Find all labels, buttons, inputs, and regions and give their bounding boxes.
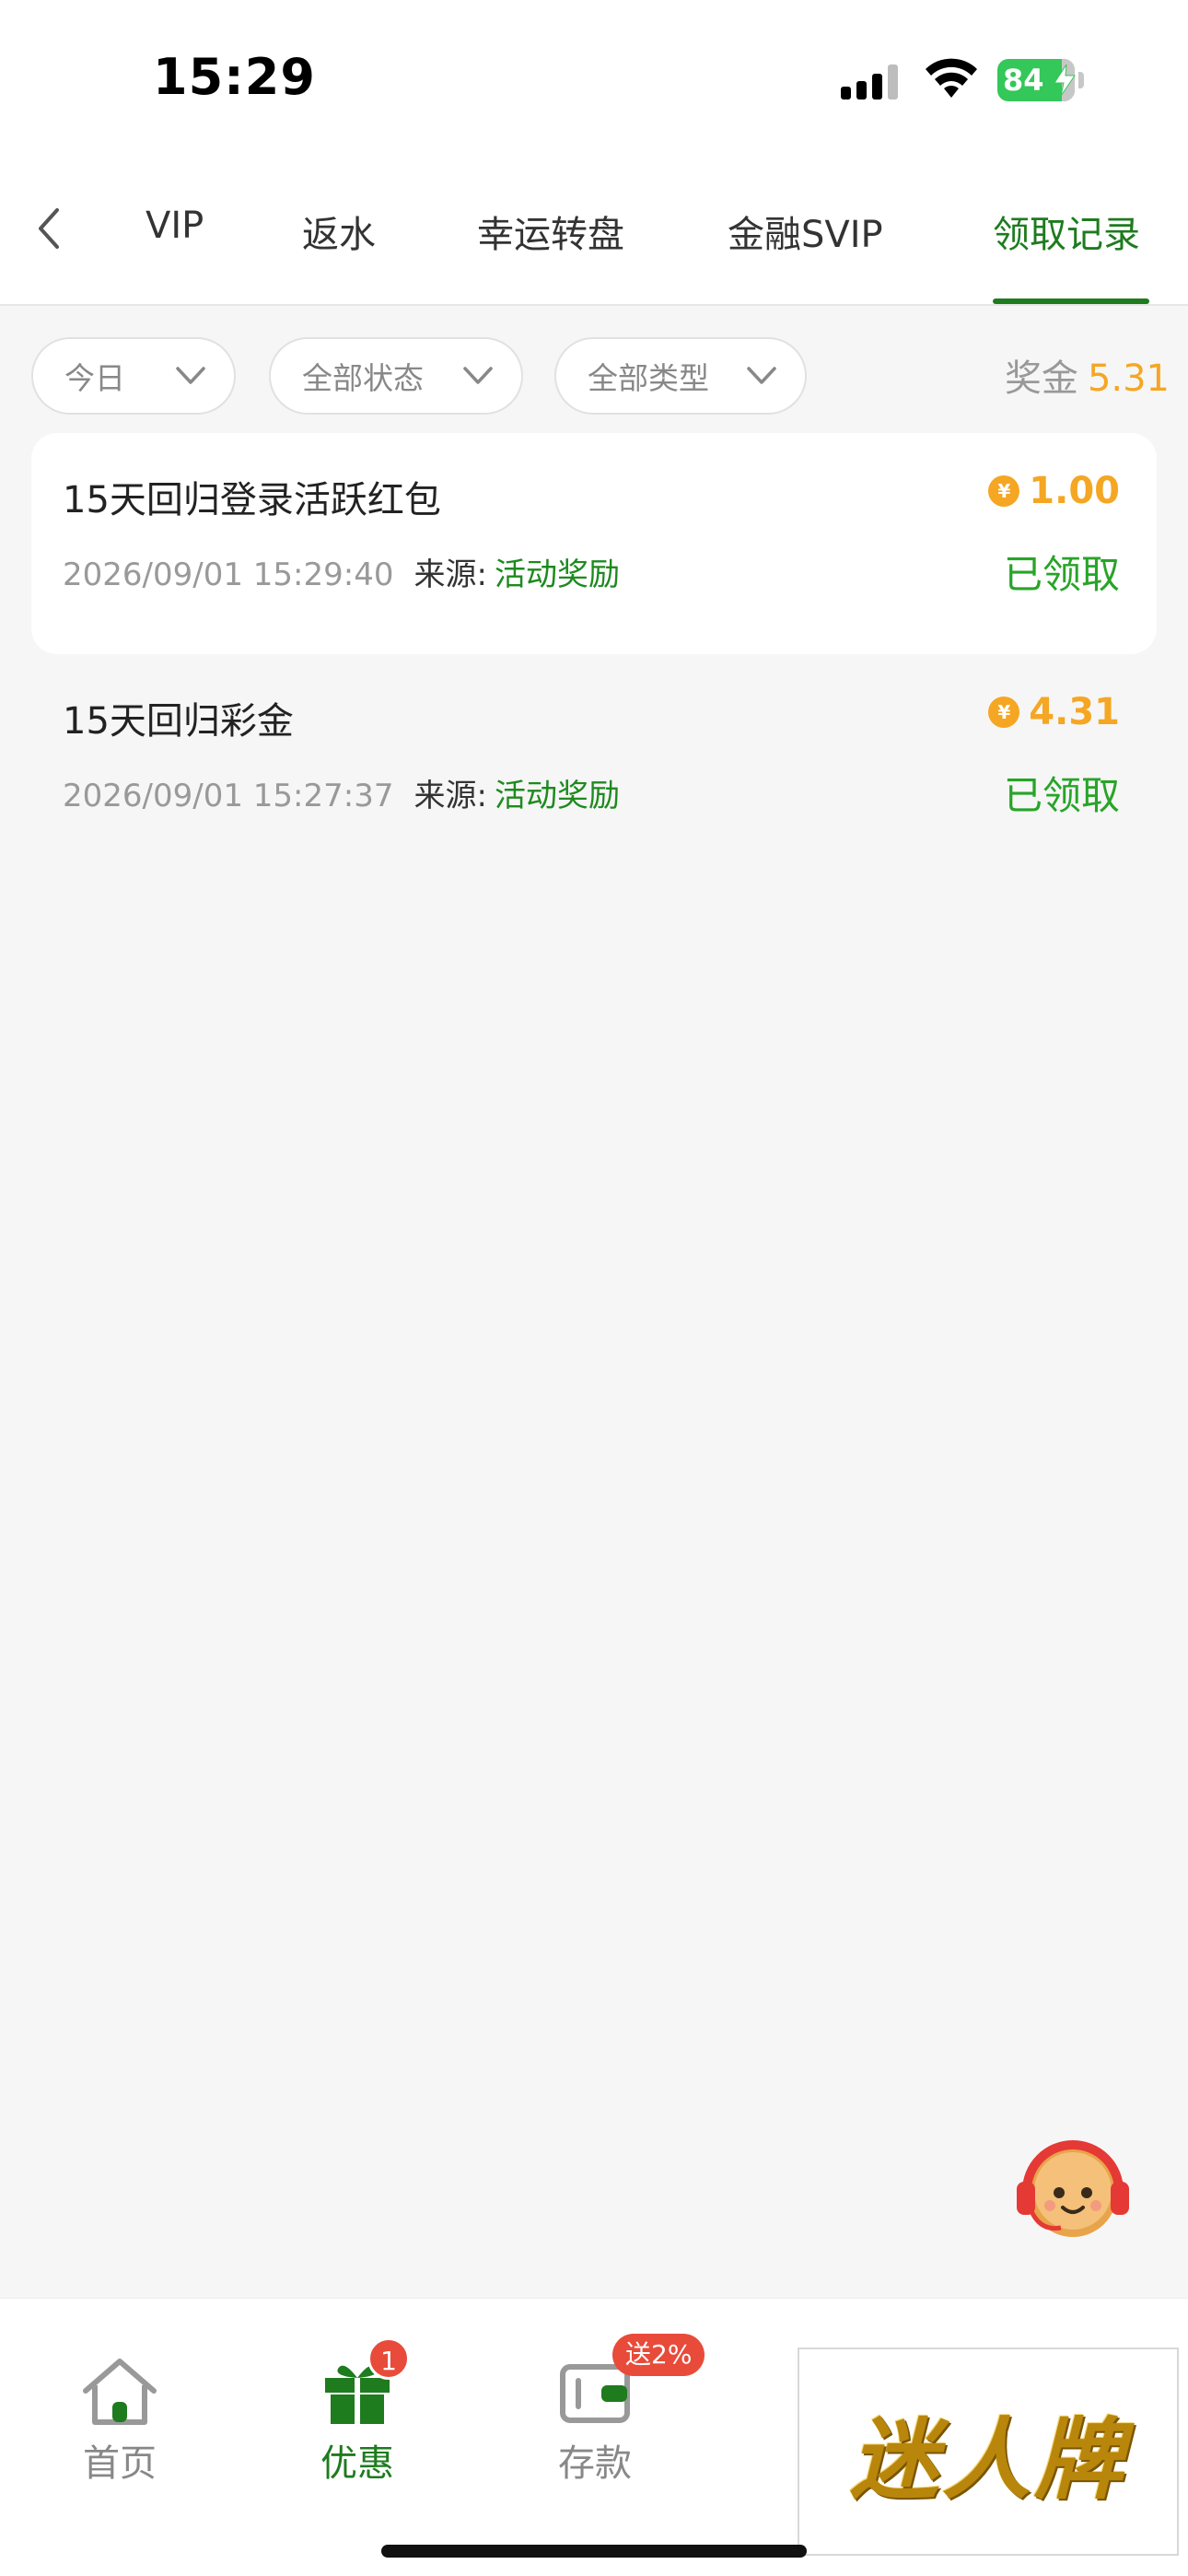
- watermark-text: 迷人牌: [850, 2406, 1126, 2512]
- home-icon: [83, 2359, 157, 2425]
- record-amount: ¥ 4.31: [988, 691, 1120, 733]
- bottom-tab-deposit[interactable]: 送2% 存款: [530, 2334, 705, 2487]
- record-source: 活动奖励: [494, 556, 620, 593]
- deposit-promo-badge: 送2%: [612, 2334, 705, 2376]
- signal-icon: [841, 63, 898, 100]
- bonus-total-label: 奖金: [1004, 357, 1078, 400]
- type-filter-dropdown[interactable]: 全部类型: [554, 337, 807, 415]
- record-source-label: 来源:: [413, 556, 487, 593]
- status-filter-dropdown[interactable]: 全部状态: [269, 337, 523, 415]
- record-status: 已领取: [1003, 773, 1120, 818]
- record-meta: 2026/09/01 15:27:37 来源: 活动奖励: [63, 770, 620, 815]
- bottom-tab-home[interactable]: 首页: [55, 2354, 184, 2487]
- bonus-total: 奖金 5.31: [1005, 348, 1170, 402]
- bottom-tab-home-label: 首页: [83, 2442, 157, 2485]
- date-filter-dropdown[interactable]: 今日: [31, 337, 236, 415]
- tab-claim-records[interactable]: 领取记录: [993, 205, 1140, 258]
- tab-nav: VIP 返水 幸运转盘 金融SVIP 领取记录: [0, 157, 1188, 306]
- date-filter-value: 今日: [64, 360, 125, 396]
- record-title: 15天回归彩金: [63, 700, 294, 743]
- coin-icon: ¥: [988, 475, 1020, 507]
- record-item[interactable]: 15天回归登录活跃红包 ¥ 1.00 2026/09/01 15:29:40 来源…: [31, 433, 1157, 654]
- coin-icon: ¥: [988, 697, 1020, 728]
- record-time: 2026/09/01 15:27:37: [63, 778, 394, 814]
- tab-finance-svip[interactable]: 金融SVIP: [728, 205, 883, 258]
- home-indicator: [381, 2545, 807, 2558]
- record-amount-value: 1.00: [1029, 470, 1120, 512]
- battery-level: 84: [1003, 63, 1044, 98]
- customer-support-icon[interactable]: [1004, 2119, 1142, 2257]
- record-time: 2026/09/01 15:29:40: [63, 556, 394, 593]
- bonus-total-value: 5.31: [1087, 357, 1170, 400]
- status-bar: 15:29 84: [0, 0, 1188, 157]
- record-meta: 2026/09/01 15:29:40 来源: 活动奖励: [63, 549, 620, 594]
- record-source-label: 来源:: [413, 778, 487, 814]
- active-tab-indicator: [993, 299, 1149, 304]
- record-item[interactable]: 15天回归彩金 ¥ 4.31 2026/09/01 15:27:37 来源: 活动奖…: [31, 654, 1157, 875]
- promotions-badge: 1: [367, 2337, 410, 2380]
- battery-icon: 84: [997, 59, 1084, 101]
- watermark-logo: 迷人牌: [798, 2348, 1179, 2556]
- record-amount: ¥ 1.00: [988, 470, 1120, 512]
- chevron-down-icon: [747, 367, 776, 384]
- bottom-tab-promotions-label: 优惠: [320, 2442, 394, 2485]
- bottom-tab-deposit-label: 存款: [558, 2442, 632, 2485]
- bottom-tab-promotions[interactable]: 1 优惠: [293, 2337, 422, 2487]
- chevron-down-icon: [463, 367, 493, 384]
- type-filter-value: 全部类型: [588, 360, 709, 396]
- wifi-icon: [926, 58, 977, 98]
- status-filter-value: 全部状态: [302, 360, 424, 396]
- record-amount-value: 4.31: [1029, 691, 1120, 733]
- back-chevron-icon[interactable]: [31, 206, 68, 251]
- tab-vip[interactable]: VIP: [146, 205, 204, 247]
- record-source: 活动奖励: [494, 778, 620, 814]
- record-status: 已领取: [1003, 552, 1120, 597]
- chevron-down-icon: [176, 367, 205, 384]
- status-time: 15:29: [153, 48, 316, 106]
- record-title: 15天回归登录活跃红包: [63, 479, 441, 521]
- tab-lucky-wheel[interactable]: 幸运转盘: [477, 205, 624, 258]
- tab-rebate[interactable]: 返水: [302, 205, 376, 258]
